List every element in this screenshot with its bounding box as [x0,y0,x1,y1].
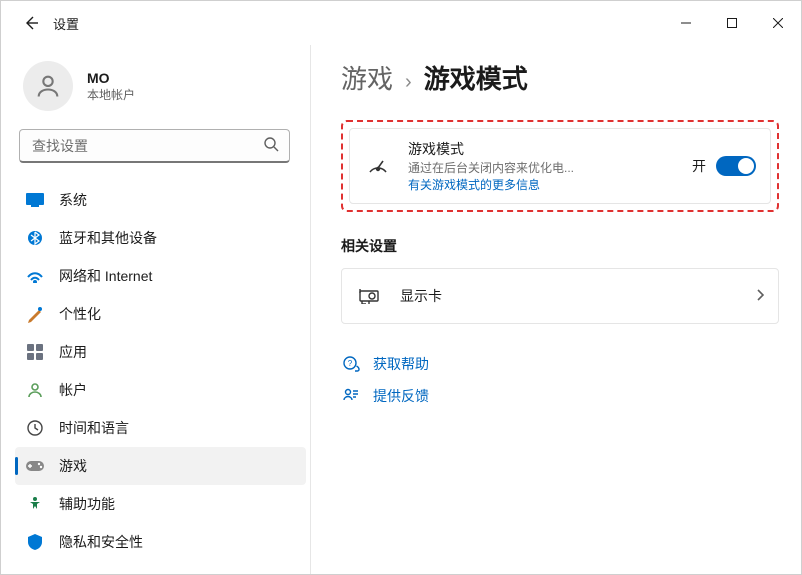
back-button[interactable] [21,13,41,33]
network-icon [25,266,45,286]
window-controls [663,7,801,39]
give-feedback-link[interactable]: 提供反馈 [341,380,779,412]
close-icon [773,18,783,28]
person-icon [34,72,62,100]
game-mode-desc: 通过在后台关闭内容来优化电... [408,159,628,176]
highlighted-region: 游戏模式 通过在后台关闭内容来优化电... 有关游戏模式的更多信息 开 [341,120,779,212]
svg-text:?: ? [348,359,353,368]
breadcrumb-root[interactable]: 游戏 [341,59,393,96]
system-icon [25,190,45,210]
sidebar-item-apps[interactable]: 应用 [15,333,306,371]
maximize-button[interactable] [709,7,755,39]
chevron-right-icon [756,288,764,304]
game-mode-title: 游戏模式 [408,139,692,159]
breadcrumb: 游戏 › 游戏模式 [341,59,779,96]
account-name: MO [87,70,135,86]
related-item-graphics[interactable]: 显示卡 [341,268,779,324]
game-mode-more-info-link[interactable]: 有关游戏模式的更多信息 [408,176,692,193]
search-icon [263,136,279,155]
close-button[interactable] [755,7,801,39]
get-help-link[interactable]: ? 获取帮助 [341,348,779,380]
sidebar: MO 本地帐户 系统 蓝牙和其他设备 网络和 Internet [1,45,311,574]
sidebar-item-label: 应用 [59,342,87,362]
minimize-icon [681,18,691,28]
sidebar-item-accounts[interactable]: 帐户 [15,371,306,409]
help-icon: ? [341,354,361,374]
account-block[interactable]: MO 本地帐户 [15,45,310,129]
sidebar-item-label: 隐私和安全性 [59,532,143,552]
sidebar-item-label: 辅助功能 [59,494,115,514]
account-type: 本地帐户 [87,86,135,103]
chevron-right-icon: › [405,71,412,94]
sidebar-item-network[interactable]: 网络和 Internet [15,257,306,295]
accessibility-icon [25,494,45,514]
app-title: 设置 [53,14,79,33]
sidebar-item-label: 游戏 [59,456,87,476]
bluetooth-icon [25,228,45,248]
sidebar-item-accessibility[interactable]: 辅助功能 [15,485,306,523]
sidebar-item-time-language[interactable]: 时间和语言 [15,409,306,447]
toggle-state-label: 开 [692,156,706,176]
speedometer-icon [364,152,392,180]
minimize-button[interactable] [663,7,709,39]
main-panel: 游戏 › 游戏模式 游戏模式 通过在后台关闭内容来优化电... 有关游戏模式的更… [311,45,801,574]
personalize-icon [25,304,45,324]
maximize-icon [727,18,737,28]
sidebar-item-privacy[interactable]: 隐私和安全性 [15,523,306,561]
game-mode-card: 游戏模式 通过在后台关闭内容来优化电... 有关游戏模式的更多信息 开 [349,128,771,204]
related-item-label: 显示卡 [400,286,442,306]
get-help-label: 获取帮助 [373,354,429,374]
sidebar-item-gaming[interactable]: 游戏 [15,447,306,485]
gaming-icon [25,456,45,476]
sidebar-item-bluetooth[interactable]: 蓝牙和其他设备 [15,219,306,257]
related-settings-heading: 相关设置 [341,236,779,256]
page-title: 游戏模式 [424,59,528,96]
privacy-icon [25,532,45,552]
sidebar-item-system[interactable]: 系统 [15,181,306,219]
avatar [23,61,73,111]
accounts-icon [25,380,45,400]
time-icon [25,418,45,438]
game-mode-toggle[interactable] [716,156,756,176]
search-box[interactable] [19,129,290,163]
sidebar-item-label: 网络和 Internet [59,266,152,286]
sidebar-item-label: 个性化 [59,304,101,324]
title-bar: 设置 [1,1,801,45]
apps-icon [25,342,45,362]
sidebar-item-label: 帐户 [59,380,87,400]
give-feedback-label: 提供反馈 [373,386,429,406]
search-input[interactable] [30,137,263,155]
sidebar-item-personalization[interactable]: 个性化 [15,295,306,333]
graphics-card-icon [356,282,384,310]
back-arrow-icon [23,15,39,31]
sidebar-item-label: 蓝牙和其他设备 [59,228,157,248]
sidebar-item-label: 系统 [59,190,87,210]
nav: 系统 蓝牙和其他设备 网络和 Internet 个性化 应用 帐户 [15,181,310,574]
sidebar-item-label: 时间和语言 [59,418,129,438]
feedback-icon [341,386,361,406]
